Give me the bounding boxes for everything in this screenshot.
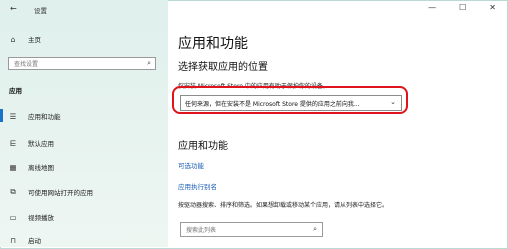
back-arrow-icon[interactable]: ← bbox=[10, 4, 17, 13]
search-icon[interactable]: ⌕ bbox=[147, 59, 151, 68]
website-apps-icon: ⧉ bbox=[10, 187, 16, 196]
startup-icon: ⊓ bbox=[10, 235, 16, 245]
sidebar-item-video[interactable]: ▭ 视频播放 bbox=[8, 210, 54, 224]
app-aliases-link[interactable]: 应用执行别名 bbox=[178, 181, 217, 191]
sidebar-item-default-apps[interactable]: ⋿ 默认应用 bbox=[8, 136, 54, 150]
search-icon[interactable]: ⌕ bbox=[313, 225, 317, 234]
sidebar-item-label: 视频播放 bbox=[28, 214, 54, 222]
sidebar-item-apps-features[interactable]: ☰ 应用和功能 bbox=[8, 109, 61, 123]
sidebar-item-label: 可使用网站打开的应用 bbox=[28, 189, 93, 197]
default-apps-icon: ⋿ bbox=[9, 138, 17, 148]
sidebar: ← 设置 ⌂ 主页 查找设置 ⌕ 应用 ☰ 应用和功能 ⋿ 默认应用 ▦ 离线地… bbox=[0, 0, 168, 247]
window-title: 设置 bbox=[34, 7, 47, 15]
video-icon: ▭ bbox=[9, 212, 17, 222]
sidebar-item-label: 默认应用 bbox=[28, 140, 54, 148]
active-indicator bbox=[0, 109, 3, 122]
sidebar-item-label: 主页 bbox=[28, 36, 41, 44]
sidebar-item-label: 应用和功能 bbox=[28, 113, 61, 121]
sidebar-item-label: 启动 bbox=[28, 237, 41, 245]
sidebar-item-offline-maps[interactable]: ▦ 离线地图 bbox=[8, 160, 54, 174]
home-icon: ⌂ bbox=[10, 34, 16, 44]
apps-list-icon: ☰ bbox=[9, 111, 17, 121]
maximize-icon[interactable]: ☐ bbox=[459, 3, 466, 12]
offline-maps-icon: ▦ bbox=[9, 162, 17, 172]
search-input[interactable]: 查找设置 ⌕ bbox=[8, 57, 156, 70]
apps-list-description: 按驱动器搜索、排序和筛选。如果想卸载或移动某个应用，请从列表中选择它。 bbox=[178, 202, 389, 209]
sidebar-item-home[interactable]: ⌂ 主页 bbox=[8, 32, 41, 46]
choose-source-heading: 选择获取应用的位置 bbox=[178, 62, 268, 73]
list-search-input[interactable]: 搜索此列表 ⌕ bbox=[180, 222, 323, 237]
apps-features-heading: 应用和功能 bbox=[178, 141, 228, 152]
sidebar-item-website-apps[interactable]: ⧉ 可使用网站打开的应用 bbox=[8, 185, 93, 199]
sidebar-section-title: 应用 bbox=[9, 87, 22, 95]
optional-features-link[interactable]: 可选功能 bbox=[178, 160, 204, 170]
window-controls: — ☐ ✕ bbox=[428, 3, 496, 12]
highlight-annotation bbox=[172, 86, 408, 114]
sidebar-item-label: 离线地图 bbox=[28, 164, 54, 172]
sidebar-item-startup[interactable]: ⊓ 启动 bbox=[8, 233, 41, 247]
page-title: 应用和功能 bbox=[178, 36, 248, 52]
close-icon[interactable]: ✕ bbox=[489, 3, 496, 12]
minimize-icon[interactable]: — bbox=[428, 3, 436, 12]
